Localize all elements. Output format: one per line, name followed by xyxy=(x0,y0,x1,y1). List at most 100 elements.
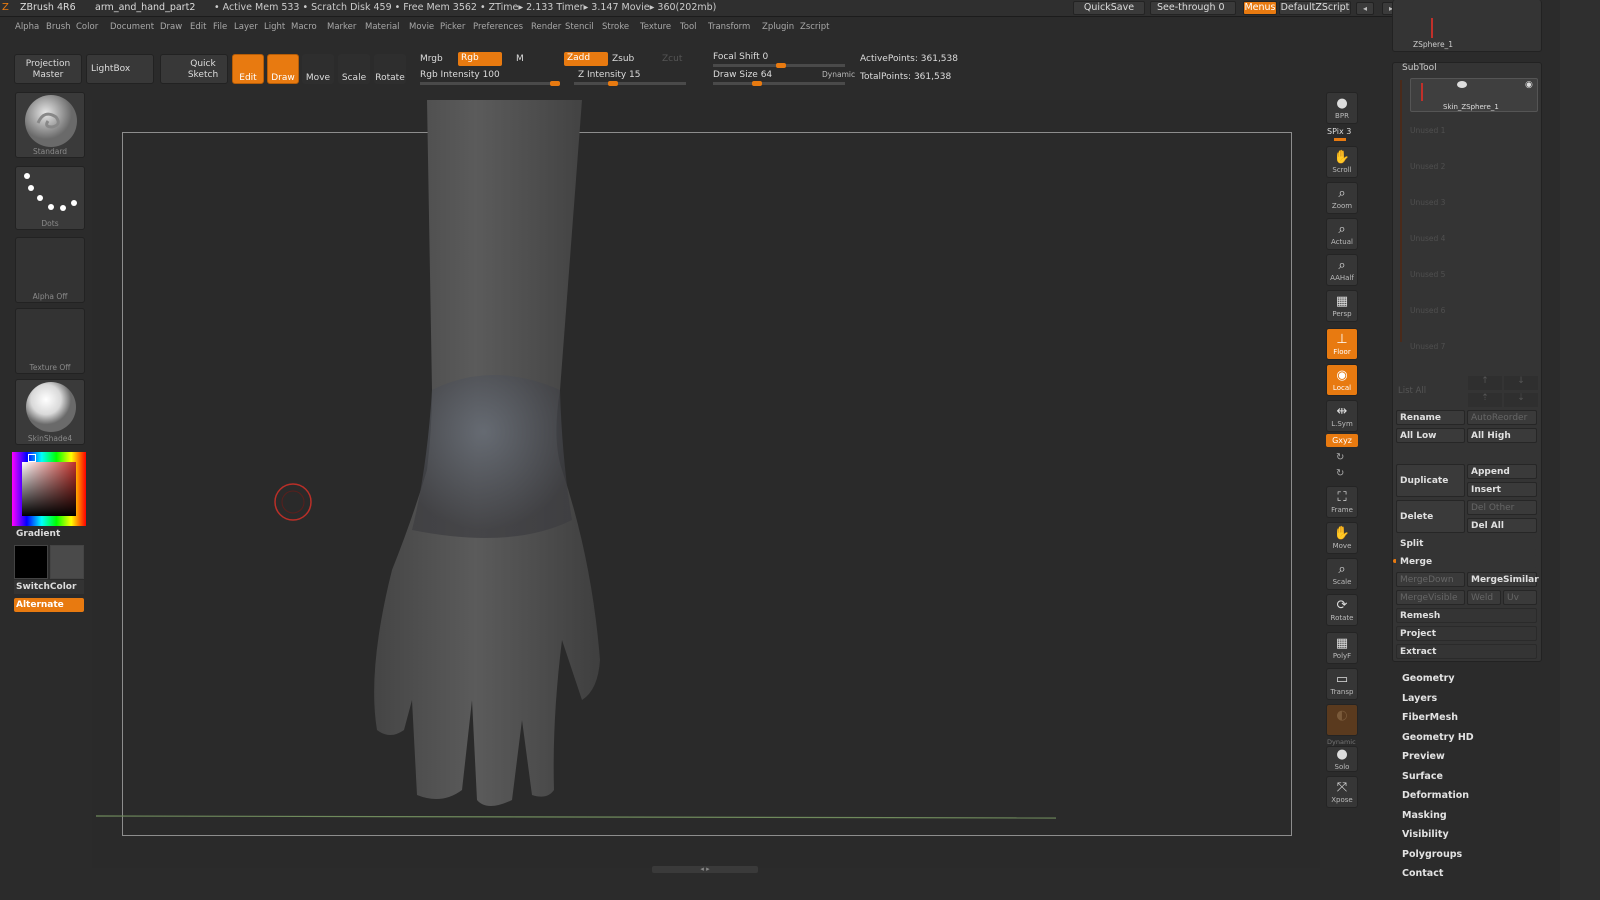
hand-model-view[interactable] xyxy=(92,100,1320,868)
rgb-intensity-slider-knob[interactable] xyxy=(550,81,560,86)
menu-preferences[interactable]: Preferences xyxy=(473,18,523,36)
menu-movie[interactable]: Movie xyxy=(409,18,434,36)
menu-macro[interactable]: Macro xyxy=(291,18,317,36)
layout-prev-icon[interactable]: ◂ xyxy=(1356,2,1374,15)
rename-button[interactable]: Rename xyxy=(1396,410,1465,425)
z-intensity-slider-knob[interactable] xyxy=(608,81,618,86)
subtool-visibility-eye-icon[interactable]: ◉ xyxy=(1525,80,1533,90)
right-tray-scrollbar[interactable] xyxy=(1560,0,1600,900)
quick-sketch-button[interactable]: Quick Sketch xyxy=(160,54,228,84)
unused-slot-6[interactable]: Unused 6 xyxy=(1410,306,1445,315)
spix-label[interactable]: SPix 3 xyxy=(1327,127,1351,136)
menus-toggle[interactable]: Menus xyxy=(1243,1,1277,15)
bpr-render-button[interactable]: ● BPR xyxy=(1326,92,1358,124)
mergevisible-button[interactable]: MergeVisible xyxy=(1396,590,1465,605)
menu-texture[interactable]: Texture xyxy=(640,18,671,36)
mergedown-button[interactable]: MergeDown xyxy=(1396,572,1465,587)
delete-button[interactable]: Delete xyxy=(1396,500,1465,533)
menu-brush[interactable]: Brush xyxy=(46,18,71,36)
tool-thumbnail-panel[interactable]: ZSphere_1 xyxy=(1392,0,1542,52)
local-toggle[interactable]: ◉ Local xyxy=(1326,364,1358,396)
secondary-color-swatch[interactable] xyxy=(50,545,84,579)
brush-selector[interactable]: Standard xyxy=(15,92,85,158)
menu-zplugin[interactable]: Zplugin xyxy=(762,18,794,36)
extract-subpanel[interactable]: Extract xyxy=(1396,644,1537,659)
del-all-button[interactable]: Del All xyxy=(1467,518,1537,533)
menu-color[interactable]: Color xyxy=(76,18,98,36)
menu-draw[interactable]: Draw xyxy=(160,18,182,36)
move-view-button[interactable]: ✋ Move xyxy=(1326,522,1358,554)
focal-shift-slider[interactable] xyxy=(713,63,845,68)
ghost-toggle[interactable]: ◐ xyxy=(1326,704,1358,736)
menu-edit[interactable]: Edit xyxy=(190,18,206,36)
del-other-button[interactable]: Del Other xyxy=(1467,500,1537,515)
rgb-intensity-slider[interactable] xyxy=(420,81,560,86)
split-subpanel[interactable]: Split xyxy=(1396,536,1537,551)
hue-marker[interactable] xyxy=(28,454,36,462)
move-top-icon[interactable]: ⇡ xyxy=(1468,393,1502,407)
visibility-subpalette[interactable]: Visibility xyxy=(1402,829,1449,840)
menu-stencil[interactable]: Stencil xyxy=(565,18,594,36)
aahalf-button[interactable]: ⌕ AAHalf xyxy=(1326,254,1358,286)
quicksave-button[interactable]: QuickSave xyxy=(1073,1,1145,15)
rotate-view-button[interactable]: ⟳ Rotate xyxy=(1326,594,1358,626)
floor-toggle[interactable]: ⊥ Floor xyxy=(1326,328,1358,360)
zadd-toggle[interactable]: Zadd xyxy=(564,52,608,66)
menu-zscript[interactable]: Zscript xyxy=(800,18,830,36)
project-subpanel[interactable]: Project xyxy=(1396,626,1537,641)
alpha-selector[interactable]: Alpha Off xyxy=(15,237,85,303)
subtool-title[interactable]: SubTool xyxy=(1402,63,1437,73)
see-through-slider[interactable]: See-through 0 xyxy=(1150,1,1236,15)
rotate-z-icon[interactable]: ↻ xyxy=(1336,468,1344,479)
rotate-y-icon[interactable]: ↻ xyxy=(1336,452,1344,463)
alternate-toggle[interactable]: Alternate xyxy=(14,598,84,612)
polygroups-subpalette[interactable]: Polygroups xyxy=(1402,849,1462,860)
weld-toggle[interactable]: Weld xyxy=(1467,590,1501,605)
menu-transform[interactable]: Transform xyxy=(708,18,750,36)
scale-view-button[interactable]: ⌕ Scale xyxy=(1326,558,1358,590)
persp-button[interactable]: ▦ Persp xyxy=(1326,290,1358,322)
bottom-shelf-handle[interactable]: ◂ ▸ xyxy=(652,866,758,873)
fibermesh-subpalette[interactable]: FiberMesh xyxy=(1402,712,1458,723)
texture-selector[interactable]: Texture Off xyxy=(15,308,85,374)
layers-subpalette[interactable]: Layers xyxy=(1402,693,1437,704)
merge-subpanel[interactable]: Merge xyxy=(1396,554,1537,569)
spix-slider[interactable] xyxy=(1334,138,1346,141)
menu-tool[interactable]: Tool xyxy=(680,18,697,36)
unused-slot-4[interactable]: Unused 4 xyxy=(1410,234,1445,243)
default-zscript-button[interactable]: DefaultZScript xyxy=(1279,1,1351,15)
actual-button[interactable]: ⌕ Actual xyxy=(1326,218,1358,250)
stroke-selector[interactable]: Dots xyxy=(15,166,85,230)
append-button[interactable]: Append xyxy=(1467,464,1537,479)
mergesimilar-button[interactable]: MergeSimilar xyxy=(1467,572,1539,587)
masking-subpalette[interactable]: Masking xyxy=(1402,810,1447,821)
solo-button[interactable]: ● Solo xyxy=(1326,746,1358,772)
gradient-label[interactable]: Gradient xyxy=(16,529,60,539)
move-mode-button[interactable]: Move xyxy=(302,54,334,84)
menu-marker[interactable]: Marker xyxy=(327,18,356,36)
transp-button[interactable]: ▭ Transp xyxy=(1326,668,1358,700)
menu-alpha[interactable]: Alpha xyxy=(15,18,39,36)
menu-material[interactable]: Material xyxy=(365,18,400,36)
unused-slot-2[interactable]: Unused 2 xyxy=(1410,162,1445,171)
move-down-icon[interactable]: ↓ xyxy=(1504,376,1538,390)
focal-shift-slider-knob[interactable] xyxy=(776,63,786,68)
menu-layer[interactable]: Layer xyxy=(234,18,258,36)
draw-mode-button[interactable]: Draw xyxy=(267,54,299,84)
projection-master-button[interactable]: Projection Master xyxy=(14,54,82,84)
rgb-toggle[interactable]: Rgb xyxy=(458,52,502,66)
menu-light[interactable]: Light xyxy=(264,18,285,36)
mrgb-toggle[interactable]: Mrgb xyxy=(420,54,443,64)
scale-mode-button[interactable]: Scale xyxy=(338,54,370,84)
autoreorder-button[interactable]: AutoReorder xyxy=(1467,410,1537,425)
polyf-button[interactable]: ▦ PolyF xyxy=(1326,632,1358,664)
menu-stroke[interactable]: Stroke xyxy=(602,18,629,36)
remesh-subpanel[interactable]: Remesh xyxy=(1396,608,1537,623)
frame-button[interactable]: ⛶ Frame xyxy=(1326,486,1358,518)
main-color-swatch[interactable] xyxy=(14,545,48,579)
uv-toggle[interactable]: Uv xyxy=(1503,590,1537,605)
unused-slot-1[interactable]: Unused 1 xyxy=(1410,126,1445,135)
move-up-icon[interactable]: ↑ xyxy=(1468,376,1502,390)
deformation-subpalette[interactable]: Deformation xyxy=(1402,790,1469,801)
lsym-button[interactable]: ⇹ L.Sym xyxy=(1326,400,1358,432)
